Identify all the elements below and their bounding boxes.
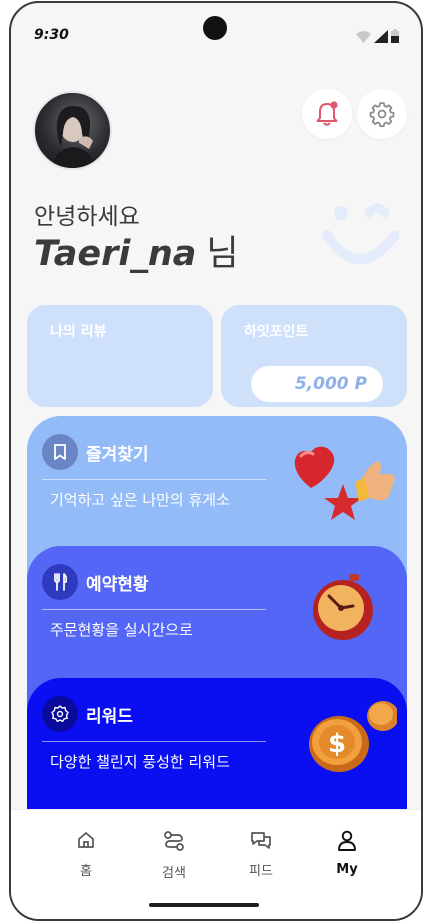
avatar[interactable] bbox=[33, 91, 112, 170]
coins-illustration: $ bbox=[309, 701, 397, 772]
nav-label: 피드 bbox=[249, 864, 273, 879]
home-icon bbox=[78, 832, 94, 848]
username-suffix: 님 bbox=[206, 234, 239, 274]
favorites-title: 즐겨찾기 bbox=[86, 445, 149, 465]
bookmark-icon bbox=[42, 434, 78, 470]
username-line: Taeri_na 님 bbox=[34, 225, 239, 276]
point-title: 하잇포인트 bbox=[244, 324, 309, 340]
nav-label: 검색 bbox=[162, 866, 186, 881]
my-review-title: 나의 리뷰 bbox=[50, 324, 107, 340]
divider bbox=[42, 609, 266, 610]
nav-label: My bbox=[336, 862, 358, 877]
nav-label: 홈 bbox=[80, 864, 92, 879]
gear-icon bbox=[369, 102, 395, 127]
username: Taeri_na bbox=[34, 234, 197, 274]
nav-item-my[interactable]: My bbox=[317, 830, 377, 877]
user-icon bbox=[338, 830, 356, 851]
nav-item-home[interactable]: 홈 bbox=[56, 830, 116, 879]
bell-icon bbox=[316, 101, 338, 126]
divider bbox=[42, 479, 266, 480]
reservation-description: 주문현황을 실시간으로 bbox=[50, 621, 193, 639]
badge-icon bbox=[42, 696, 78, 732]
notification-button[interactable] bbox=[302, 89, 352, 139]
wifi-icon bbox=[356, 31, 371, 43]
settings-button[interactable] bbox=[357, 89, 407, 139]
home-indicator[interactable] bbox=[149, 903, 259, 907]
divider bbox=[42, 741, 266, 742]
svg-text:$: $ bbox=[328, 729, 346, 759]
signal-icon bbox=[374, 30, 388, 43]
stopwatch-illustration bbox=[313, 574, 373, 640]
route-icon bbox=[164, 831, 184, 851]
reward-description: 다양한 챌린지 풍성한 리워드 bbox=[50, 753, 230, 771]
reward-title: 리워드 bbox=[86, 707, 133, 727]
status-bar: 9:30 bbox=[11, 3, 421, 59]
reservation-title: 예약현황 bbox=[86, 575, 149, 595]
point-pill: 5,000 P bbox=[251, 366, 383, 402]
nav-item-search[interactable]: 검색 bbox=[144, 830, 204, 881]
chat-icon bbox=[251, 832, 271, 849]
my-review-card[interactable]: 나의 리뷰 bbox=[27, 305, 213, 407]
status-time: 9:30 bbox=[34, 27, 69, 43]
nav-item-feed[interactable]: 피드 bbox=[231, 830, 291, 879]
heart-star-thumb-illustration bbox=[294, 446, 395, 520]
utensils-icon bbox=[42, 564, 78, 600]
status-icons bbox=[356, 29, 399, 43]
point-value: 5,000 P bbox=[294, 374, 367, 394]
phone-screen: 9:30 안녕하세요 Taeri_na 님 나의 리뷰 하잇포인트 5,000 … bbox=[9, 1, 423, 921]
battery-icon bbox=[391, 29, 399, 43]
point-card[interactable]: 하잇포인트 5,000 P bbox=[221, 305, 407, 407]
avatar-photo bbox=[51, 105, 97, 168]
smiley-icon bbox=[322, 203, 399, 264]
favorites-description: 기억하고 싶은 나만의 휴게소 bbox=[50, 491, 230, 509]
camera-cutout bbox=[203, 16, 227, 40]
